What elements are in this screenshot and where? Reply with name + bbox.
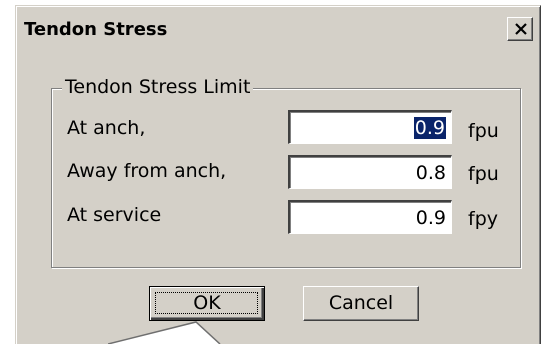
away-from-anch-input[interactable]: 0.8 [288, 155, 452, 189]
cancel-button[interactable]: Cancel [303, 286, 419, 321]
cancel-label: Cancel [328, 292, 394, 314]
ok-button[interactable]: OK [149, 286, 265, 321]
label-at-service: At service [67, 204, 162, 226]
dialog-title: Tendon Stress [24, 19, 168, 40]
title-bar[interactable]: Tendon Stress [19, 9, 537, 53]
label-away-from-anch: Away from anch, [67, 160, 227, 182]
group-legend: Tendon Stress Limit [62, 76, 254, 98]
close-button[interactable] [507, 17, 533, 41]
unit-away-from-anch: fpu [468, 163, 499, 185]
at-anch-value: 0.9 [413, 117, 446, 139]
screen: Tendon Stress Tendon Stress Limit At anc… [0, 0, 552, 344]
ok-label: OK [193, 292, 221, 314]
unit-at-anch: fpu [468, 120, 499, 142]
away-from-anch-value: 0.8 [415, 162, 446, 184]
at-service-input[interactable]: 0.9 [288, 200, 452, 234]
label-at-anch: At anch, [67, 117, 146, 139]
tendon-stress-dialog: Tendon Stress Tendon Stress Limit At anc… [15, 5, 541, 344]
mouse-pointer-icon [108, 321, 221, 344]
at-anch-input[interactable]: 0.9 [288, 110, 452, 144]
unit-at-service: fpy [468, 208, 498, 230]
close-icon [515, 23, 527, 35]
at-service-value: 0.9 [415, 207, 446, 229]
